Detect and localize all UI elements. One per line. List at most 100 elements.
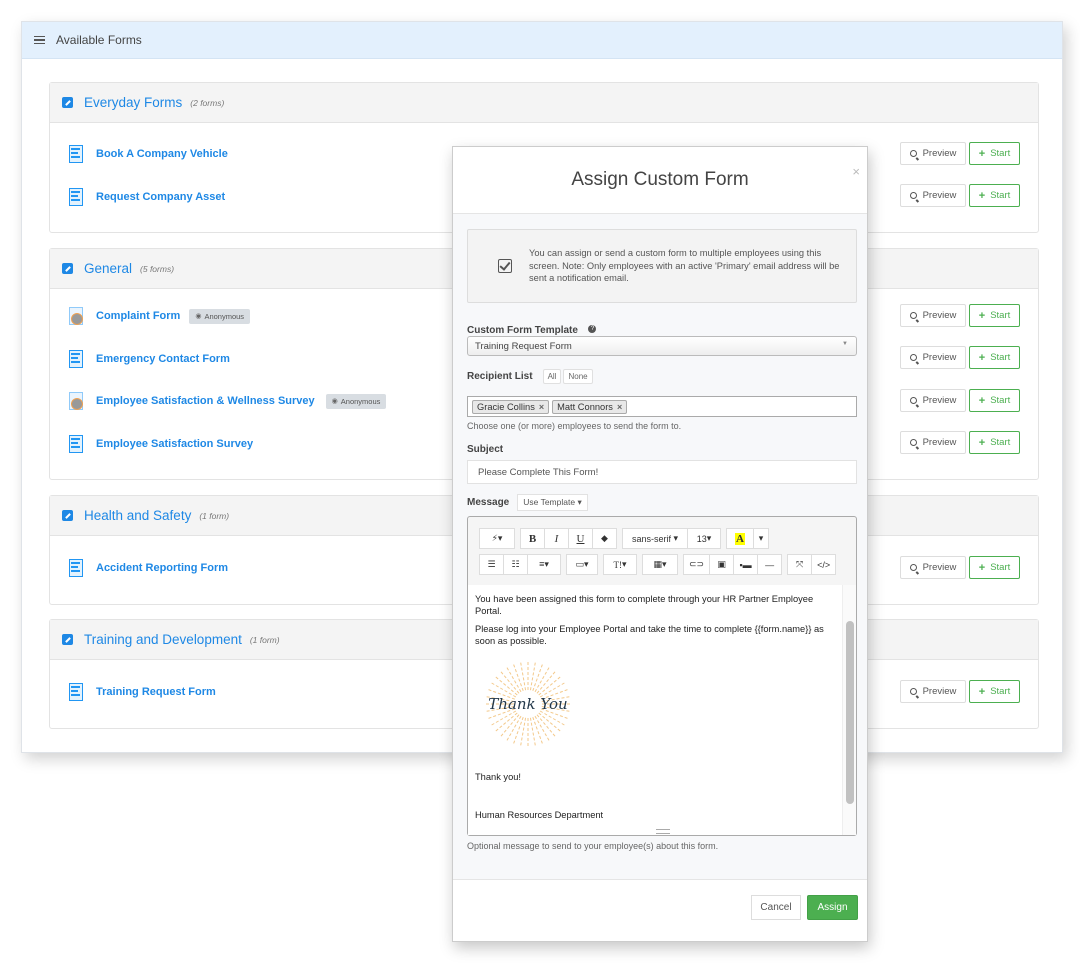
- eye-slash-icon: ◉: [331, 398, 338, 405]
- font-size-dropdown[interactable]: 13 ▾: [687, 528, 721, 549]
- search-icon: [909, 312, 917, 319]
- editor-scrollbar[interactable]: [842, 585, 856, 835]
- start-button[interactable]: + Start: [969, 389, 1020, 412]
- remove-icon[interactable]: ×: [617, 402, 622, 412]
- sunburst-ray: [538, 676, 561, 696]
- start-button[interactable]: + Start: [969, 304, 1020, 327]
- style-dropdown[interactable]: ▭▾: [566, 554, 598, 575]
- bullet-list-icon[interactable]: ☰: [479, 554, 504, 575]
- form-link[interactable]: Employee Satisfaction & Wellness Survey: [96, 395, 315, 407]
- numbered-list-icon[interactable]: ☷: [503, 554, 528, 575]
- close-icon[interactable]: ×: [852, 164, 860, 179]
- preview-button[interactable]: Preview: [900, 346, 966, 369]
- message-editor: ⚡▾ B I U ◆ sans-serif ▾ 13 ▾ A ▾ ☰ ☷ ≡▾ …: [467, 516, 857, 836]
- preview-button[interactable]: Preview: [900, 142, 966, 165]
- subject-label: Subject: [467, 444, 504, 455]
- link-icon[interactable]: ⊂⊃: [683, 554, 711, 575]
- group-title[interactable]: Health and Safety: [84, 508, 191, 523]
- font-family-dropdown[interactable]: sans-serif ▾: [622, 528, 688, 549]
- group-title[interactable]: General: [84, 261, 132, 276]
- sunburst-ray: [500, 714, 520, 737]
- message-paragraph: You have been assigned this form to comp…: [475, 594, 814, 616]
- start-button[interactable]: + Start: [969, 556, 1020, 579]
- message-label-row: Message Use Template ▾: [467, 494, 588, 511]
- assign-button[interactable]: Assign: [807, 895, 858, 920]
- list-icon: [34, 35, 45, 45]
- select-all-button[interactable]: All: [542, 369, 562, 384]
- code-view-icon[interactable]: </>: [811, 554, 837, 575]
- group-title[interactable]: Training and Development: [84, 632, 242, 647]
- row-actions: Preview + Start: [900, 184, 1020, 207]
- text-style-dropdown[interactable]: T! ▾: [603, 554, 637, 575]
- preview-button[interactable]: Preview: [900, 431, 966, 454]
- form-link[interactable]: Employee Satisfaction Survey: [96, 438, 253, 450]
- color-dropdown[interactable]: ▾: [753, 528, 769, 549]
- start-button[interactable]: + Start: [969, 346, 1020, 369]
- message-help-text: Optional message to send to your employe…: [467, 841, 719, 851]
- preview-button[interactable]: Preview: [900, 304, 966, 327]
- edit-icon[interactable]: [62, 97, 73, 108]
- video-icon[interactable]: ▪▬: [733, 554, 759, 575]
- use-template-dropdown[interactable]: Use Template ▾: [517, 494, 588, 511]
- edit-icon[interactable]: [62, 510, 73, 521]
- check-square-icon: [498, 259, 512, 273]
- editor-content[interactable]: You have been assigned this form to comp…: [468, 585, 842, 835]
- search-icon: [909, 192, 917, 199]
- form-link[interactable]: Book A Company Vehicle: [96, 148, 228, 160]
- editor-toolbar-row-1: ⚡▾ B I U ◆ sans-serif ▾ 13 ▾ A ▾: [479, 528, 769, 549]
- modal-header: Assign Custom Form ×: [453, 147, 867, 214]
- group-title[interactable]: Everyday Forms: [84, 95, 182, 110]
- recipient-label: Recipient List: [467, 371, 533, 382]
- magic-wand-icon[interactable]: ⚡▾: [479, 528, 515, 549]
- fullscreen-icon[interactable]: ⤧: [787, 554, 813, 575]
- panel-header: Available Forms: [22, 22, 1062, 59]
- resize-handle[interactable]: [656, 829, 670, 834]
- form-document-icon: [69, 435, 83, 453]
- italic-button[interactable]: I: [544, 528, 569, 549]
- form-link[interactable]: Request Company Asset: [96, 191, 225, 203]
- thank-you-text: Thank You: [488, 695, 567, 713]
- edit-icon[interactable]: [62, 263, 73, 274]
- template-label: Custom Form Template: [467, 325, 578, 336]
- recipient-list-input[interactable]: Gracie Collins × Matt Connors ×: [467, 396, 857, 417]
- search-icon: [909, 354, 917, 361]
- group-count: (5 forms): [140, 263, 175, 274]
- table-dropdown[interactable]: ▦▾: [642, 554, 678, 575]
- caret-down-icon: ▾: [577, 497, 582, 507]
- highlight-color-button[interactable]: A: [726, 528, 754, 549]
- preview-button[interactable]: Preview: [900, 389, 966, 412]
- recipient-tag: Gracie Collins ×: [472, 399, 550, 414]
- recipient-tag: Matt Connors ×: [552, 399, 628, 414]
- row-actions: Preview + Start: [900, 304, 1020, 327]
- bold-button[interactable]: B: [520, 528, 545, 549]
- preview-button[interactable]: Preview: [900, 184, 966, 207]
- sunburst-ray: [500, 671, 520, 694]
- select-none-button[interactable]: None: [563, 369, 593, 384]
- custom-form-template-select[interactable]: Training Request Form ▼: [467, 336, 857, 356]
- edit-icon[interactable]: [62, 634, 73, 645]
- question-circle-icon[interactable]: ?: [588, 324, 597, 333]
- horizontal-rule-icon[interactable]: —: [757, 554, 783, 575]
- info-box: You can assign or send a custom form to …: [467, 229, 857, 303]
- start-button[interactable]: + Start: [969, 184, 1020, 207]
- form-link[interactable]: Emergency Contact Form: [96, 353, 230, 365]
- search-icon: [909, 397, 917, 404]
- start-button[interactable]: + Start: [969, 431, 1020, 454]
- align-dropdown[interactable]: ≡▾: [527, 554, 561, 575]
- preview-button[interactable]: Preview: [900, 680, 966, 703]
- search-icon: [909, 688, 917, 695]
- subject-input[interactable]: Please Complete This Form!: [467, 460, 857, 484]
- eraser-icon[interactable]: ◆: [592, 528, 617, 549]
- form-link[interactable]: Accident Reporting Form: [96, 562, 228, 574]
- form-link[interactable]: Complaint Form: [96, 310, 180, 322]
- start-button[interactable]: + Start: [969, 142, 1020, 165]
- cancel-button[interactable]: Cancel: [751, 895, 801, 920]
- underline-button[interactable]: U: [568, 528, 593, 549]
- form-link[interactable]: Training Request Form: [96, 686, 216, 698]
- plus-icon: +: [978, 351, 986, 364]
- start-button[interactable]: + Start: [969, 680, 1020, 703]
- remove-icon[interactable]: ×: [539, 402, 544, 412]
- image-icon[interactable]: ▣: [709, 554, 735, 575]
- scrollbar-thumb[interactable]: [846, 621, 854, 804]
- preview-button[interactable]: Preview: [900, 556, 966, 579]
